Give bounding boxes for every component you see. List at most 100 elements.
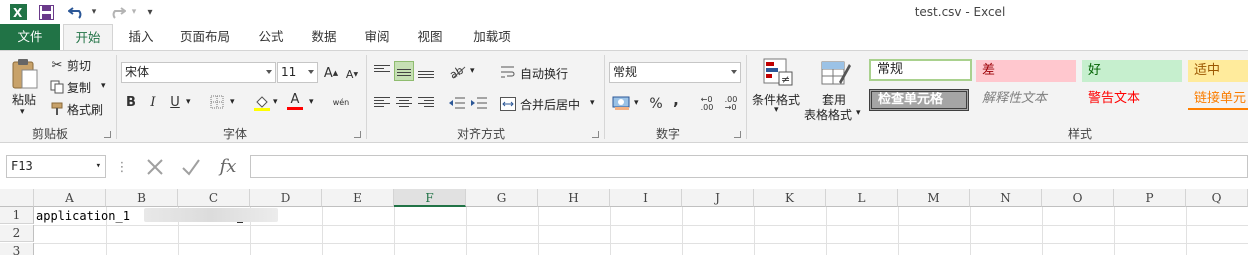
undo-icon[interactable] — [66, 3, 88, 21]
column-header-f[interactable]: F — [394, 189, 466, 207]
grow-font-icon[interactable]: A ▲ — [322, 64, 340, 82]
paste-button-label[interactable]: 粘贴 — [12, 91, 36, 108]
row-header-3[interactable]: 3 — [0, 243, 34, 255]
conditional-formatting-icon[interactable]: ≠ — [762, 57, 794, 89]
cell-style-bad[interactable]: 差 — [976, 60, 1076, 82]
increase-decimal-icon[interactable]: ←0.00 — [698, 96, 716, 112]
align-center-icon[interactable] — [396, 95, 412, 113]
alignment-launcher-icon[interactable] — [592, 131, 599, 138]
copy-button[interactable]: 复制 — [67, 79, 91, 96]
cell-style-check-cell[interactable]: 检查单元格 — [869, 89, 969, 111]
redo-icon[interactable] — [106, 3, 128, 21]
tab-file[interactable]: 文件 — [0, 24, 60, 50]
increase-indent-icon[interactable] — [470, 95, 488, 111]
tab-addins[interactable]: 加载项 — [464, 24, 520, 50]
cell-style-warning[interactable]: 警告文本 — [1082, 88, 1182, 110]
align-bottom-icon[interactable] — [418, 62, 434, 80]
copy-icon[interactable] — [50, 80, 64, 94]
italic-button[interactable]: I — [146, 93, 160, 111]
cut-button[interactable]: 剪切 — [67, 57, 91, 74]
column-header-g[interactable]: G — [466, 189, 538, 207]
conditional-dropdown-icon[interactable]: ▾ — [774, 105, 779, 115]
percent-style-button[interactable]: % — [648, 95, 664, 113]
row-header-1[interactable]: 1 — [0, 207, 34, 224]
paste-icon[interactable] — [10, 57, 40, 91]
underline-dropdown-icon[interactable]: ▾ — [186, 97, 191, 107]
align-top-icon[interactable] — [374, 62, 390, 80]
insert-function-icon[interactable]: fx — [214, 154, 242, 178]
bold-button[interactable]: B — [124, 93, 138, 111]
phonetic-guide-icon[interactable]: wén — [330, 93, 352, 111]
font-color-icon[interactable]: A — [286, 91, 304, 111]
tab-review[interactable]: 审阅 — [356, 24, 398, 50]
align-middle-icon[interactable] — [394, 61, 414, 81]
fill-color-icon[interactable] — [253, 93, 271, 111]
column-header-a[interactable]: A — [34, 189, 106, 207]
cell-a1[interactable]: application_1 — [36, 208, 130, 225]
tab-page-layout[interactable]: 页面布局 — [174, 24, 236, 50]
column-header-c[interactable]: C — [178, 189, 250, 207]
font-name-select[interactable]: 宋体 — [121, 62, 276, 83]
undo-dropdown-icon[interactable]: ▾ — [89, 3, 99, 21]
paste-dropdown-icon[interactable]: ▾ — [20, 107, 25, 117]
format-painter-button[interactable]: 格式刷 — [67, 101, 103, 118]
font-launcher-icon[interactable] — [354, 131, 361, 138]
cancel-icon[interactable] — [142, 155, 168, 179]
column-header-d[interactable]: D — [250, 189, 322, 207]
number-format-select[interactable]: 常规 — [609, 62, 741, 83]
shrink-font-icon[interactable]: A ▼ — [343, 65, 361, 83]
wrap-text-icon[interactable] — [500, 64, 516, 80]
orientation-dropdown-icon[interactable]: ▾ — [470, 66, 475, 76]
decrease-decimal-icon[interactable]: .00 →0 — [722, 96, 740, 112]
column-header-q[interactable]: Q — [1186, 189, 1248, 207]
column-header-k[interactable]: K — [754, 189, 826, 207]
cell-style-linked-cell[interactable]: 链接单元 — [1188, 88, 1248, 110]
copy-dropdown-icon[interactable]: ▾ — [101, 81, 106, 91]
tab-data[interactable]: 数据 — [303, 24, 345, 50]
column-header-e[interactable]: E — [322, 189, 394, 207]
format-as-table-icon[interactable] — [820, 57, 852, 89]
comma-style-button[interactable]: , — [670, 91, 682, 109]
decrease-indent-icon[interactable] — [448, 95, 466, 111]
cell-style-neutral[interactable]: 适中 — [1188, 60, 1248, 82]
cell-style-normal[interactable]: 常规 — [869, 59, 972, 81]
save-icon[interactable] — [36, 3, 56, 21]
enter-icon[interactable] — [178, 155, 204, 179]
tab-view[interactable]: 视图 — [409, 24, 451, 50]
tab-formulas[interactable]: 公式 — [250, 24, 292, 50]
font-color-dropdown-icon[interactable]: ▾ — [309, 97, 314, 107]
column-header-o[interactable]: O — [1042, 189, 1114, 207]
format-as-table-dropdown-icon[interactable]: ▾ — [856, 108, 861, 118]
clipboard-launcher-icon[interactable] — [104, 131, 111, 138]
select-all-corner[interactable] — [0, 189, 34, 207]
font-size-select[interactable]: 11 — [277, 62, 318, 83]
customize-quick-access-button[interactable]: ▾ — [144, 3, 156, 21]
column-header-n[interactable]: N — [970, 189, 1042, 207]
merge-dropdown-icon[interactable]: ▾ — [590, 98, 595, 108]
border-icon[interactable] — [209, 94, 225, 110]
formula-input[interactable] — [250, 155, 1248, 178]
column-header-m[interactable]: M — [898, 189, 970, 207]
name-box[interactable]: F13 ▾ — [6, 155, 106, 178]
tab-insert[interactable]: 插入 — [120, 24, 162, 50]
row-header-2[interactable]: 2 — [0, 225, 34, 242]
merge-center-button[interactable]: 合并后居中 — [520, 96, 580, 113]
border-dropdown-icon[interactable]: ▾ — [230, 97, 235, 107]
column-header-i[interactable]: I — [610, 189, 682, 207]
wrap-text-button[interactable]: 自动换行 — [520, 65, 568, 82]
accounting-dropdown-icon[interactable]: ▾ — [634, 98, 639, 108]
merge-center-icon[interactable] — [500, 96, 516, 112]
underline-button[interactable]: U — [168, 93, 182, 111]
accounting-format-icon[interactable] — [612, 95, 632, 111]
column-header-j[interactable]: J — [682, 189, 754, 207]
tab-home[interactable]: 开始 — [63, 24, 113, 50]
column-header-l[interactable]: L — [826, 189, 898, 207]
align-left-icon[interactable] — [374, 95, 390, 113]
orientation-icon[interactable]: ab — [448, 62, 468, 80]
column-header-p[interactable]: P — [1114, 189, 1186, 207]
fill-color-dropdown-icon[interactable]: ▾ — [273, 97, 278, 107]
cell-style-explanatory[interactable]: 解释性文本 — [976, 88, 1076, 110]
name-box-dropdown-icon[interactable]: ▾ — [96, 156, 101, 177]
cell-style-good[interactable]: 好 — [1082, 60, 1182, 82]
align-right-icon[interactable] — [418, 95, 434, 113]
